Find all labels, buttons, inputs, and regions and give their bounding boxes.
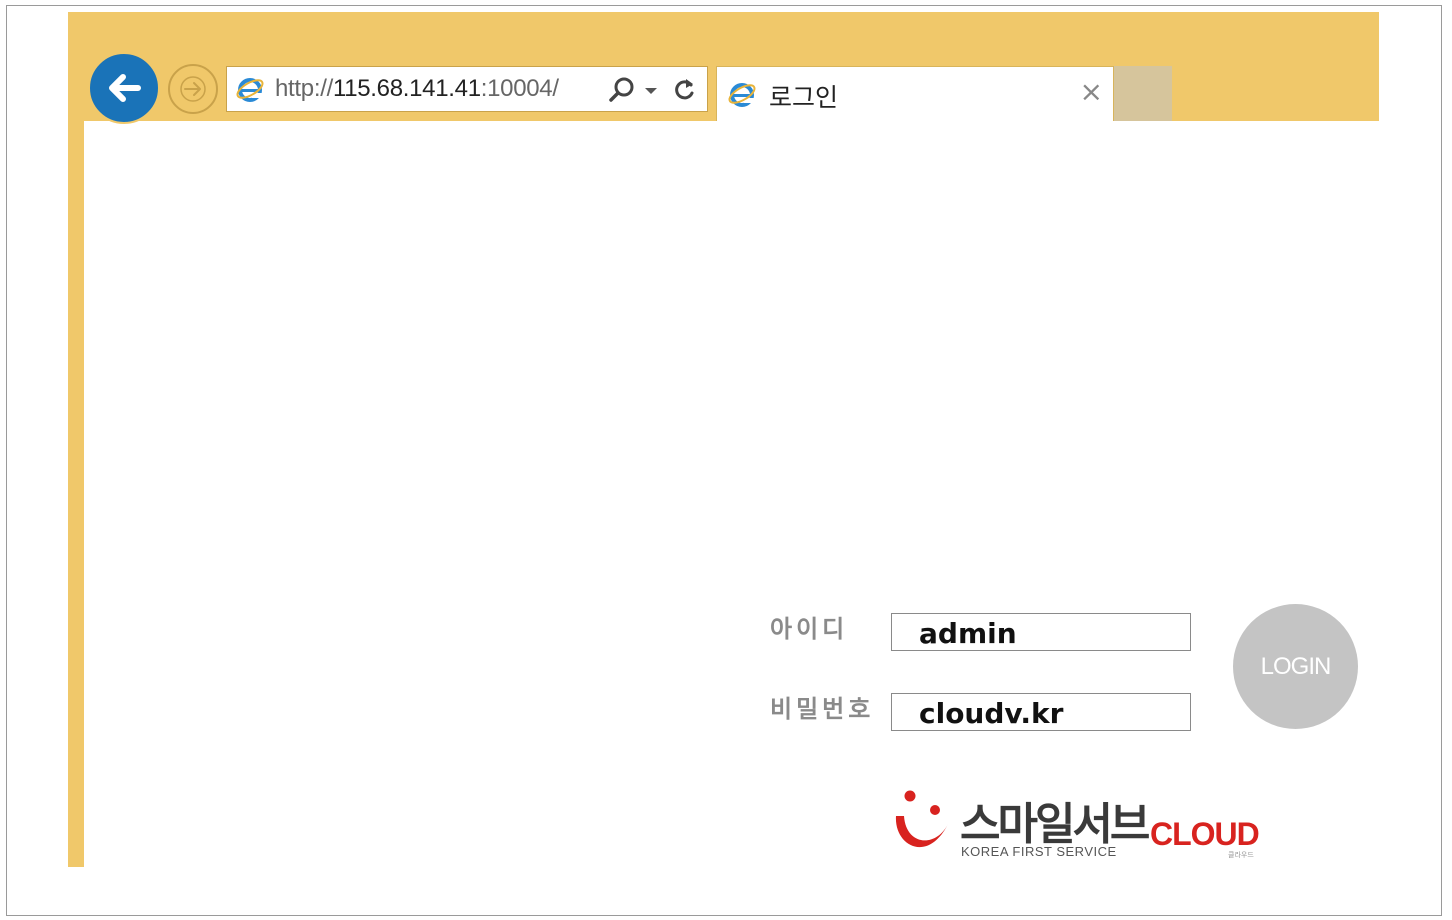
id-field[interactable]: admin [891, 613, 1191, 651]
back-arrow-icon [109, 74, 141, 102]
tab-login[interactable]: 로그인 × [716, 66, 1114, 121]
address-bar[interactable]: http://115.68.141.41:10004/ [226, 66, 708, 112]
search-icon[interactable] [607, 75, 637, 105]
url-scheme: http:// [275, 75, 333, 102]
smile-mark-icon [895, 790, 948, 848]
url-port-path: :10004/ [480, 75, 559, 102]
logo-korean-text: 스마일서브 [960, 799, 1150, 850]
new-tab-button[interactable] [1114, 66, 1172, 121]
page-viewport [84, 121, 1379, 867]
back-button[interactable] [88, 52, 160, 124]
logo-cloud-text: CLOUD [1150, 816, 1260, 852]
close-icon[interactable]: × [1080, 77, 1103, 107]
url-text[interactable]: http://115.68.141.41:10004/ [275, 75, 559, 103]
ie-icon [728, 83, 756, 107]
refresh-icon[interactable] [670, 75, 698, 105]
dropdown-icon[interactable] [642, 75, 660, 105]
forward-button[interactable] [168, 64, 218, 114]
forward-arrow-icon [180, 76, 206, 102]
ie-icon [236, 78, 264, 102]
password-label: 비밀번호 [770, 695, 875, 723]
tab-title: 로그인 [769, 83, 839, 112]
password-field[interactable]: cloudv.kr [891, 693, 1191, 731]
url-host: 115.68.141.41 [332, 75, 481, 102]
logo-cloud-subtext: 클라우드 [1228, 851, 1254, 859]
smileserv-cloud-logo: 스마일서브 KOREA FIRST SERVICE CLOUD 클라우드 [888, 786, 1268, 866]
logo-english-text: KOREA FIRST SERVICE [961, 844, 1117, 859]
login-button[interactable]: LOGIN [1233, 604, 1358, 729]
id-label: 아이디 [770, 615, 849, 643]
